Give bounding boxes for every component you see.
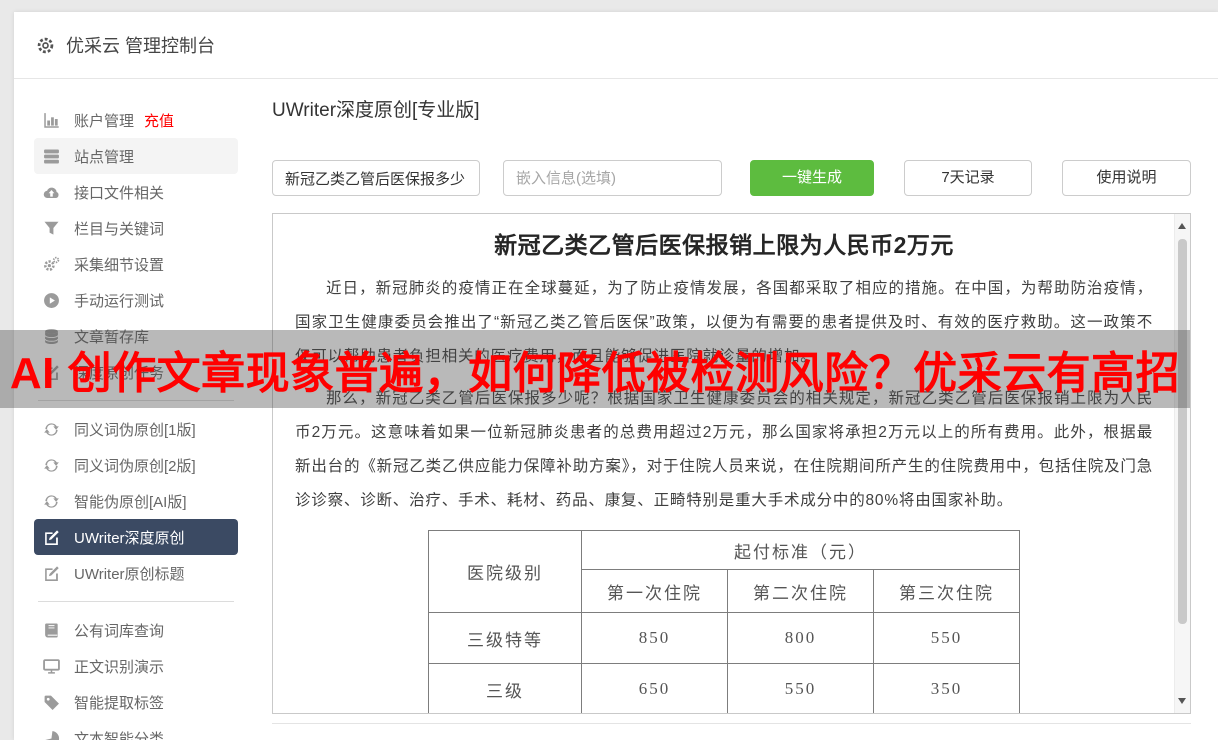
table-value-cell: 350	[873, 663, 1020, 713]
book-icon	[43, 622, 60, 639]
sidebar-item-0-2[interactable]: 接口文件相关	[34, 174, 238, 210]
play-icon	[43, 292, 60, 309]
edit-icon	[43, 565, 60, 582]
sidebar-item-label: UWriter深度原创	[74, 529, 185, 547]
sidebar: 账户管理 充值 站点管理 接口文件相关 栏目与关键词 采集细节设置 手动运行测试 文章暂存库深…	[14, 79, 258, 740]
sidebar-item-1-1[interactable]: 同义词伪原创[2版]	[34, 447, 238, 483]
article-preview-panel: 新冠乙类乙管后医保报销上限为人民币2万元 近日，新冠肺炎的疫情正在全球蔓延，为了…	[272, 213, 1191, 714]
sidebar-item-label: 智能伪原创[AI版]	[74, 493, 187, 511]
promo-banner-text: AI 创作文章现象普遍，如何降低被检测风险？优采云有高招	[9, 349, 1181, 398]
sidebar-item-label: 公有词库查询	[74, 622, 165, 640]
sidebar-item-label: 文本智能分类	[74, 730, 165, 740]
sidebar-divider	[38, 601, 234, 602]
table-group-header: 起付标准（元）	[581, 530, 1020, 570]
article-body: 新冠乙类乙管后医保报销上限为人民币2万元 近日，新冠肺炎的疫情正在全球蔓延，为了…	[273, 214, 1175, 713]
table-value-cell: 550	[727, 663, 874, 713]
sidebar-item-label: 采集细节设置	[74, 256, 165, 274]
sidebar-item-label: 账户管理	[74, 112, 135, 130]
sidebar-item-2-0[interactable]: 公有词库查询	[34, 612, 238, 648]
monitor-icon	[43, 658, 60, 675]
sidebar-item-label: 接口文件相关	[74, 184, 165, 202]
promo-banner: AI 创作文章现象普遍，如何降低被检测风险？优采云有高招	[0, 330, 1190, 408]
server-icon	[43, 148, 60, 165]
refresh-icon	[43, 421, 60, 438]
sidebar-item-label: 正文识别演示	[74, 658, 165, 676]
app-header: 优采云 管理控制台	[14, 12, 1218, 79]
sidebar-item-label: 同义词伪原创[2版]	[74, 457, 196, 475]
divider	[272, 723, 1191, 724]
table-row: 三级特等 850 800 550	[428, 612, 1020, 664]
main-content: UWriter深度原创[专业版] 一键生成 7天记录 使用说明 新冠乙类乙管后医…	[258, 79, 1218, 740]
sidebar-item-1-3[interactable]: UWriter深度原创	[34, 519, 238, 555]
gears-icon	[43, 256, 60, 273]
table-sub-header: 第二次住院	[727, 569, 874, 613]
table-corner-header: 医院级别	[428, 530, 582, 613]
table-sub-header: 第一次住院	[581, 569, 728, 613]
edit-icon	[43, 529, 60, 546]
table-value-cell: 550	[873, 612, 1020, 664]
app-title: 优采云 管理控制台	[66, 36, 216, 56]
sidebar-item-0-4[interactable]: 采集细节设置	[34, 246, 238, 282]
generate-button[interactable]: 一键生成	[750, 160, 874, 196]
table-level-cell: 三级	[428, 663, 582, 713]
scroll-up-button[interactable]	[1178, 223, 1186, 229]
table-value-cell: 800	[727, 612, 874, 664]
sidebar-item-1-4[interactable]: UWriter原创标题	[34, 555, 238, 591]
sidebar-item-label: UWriter原创标题	[74, 565, 185, 583]
sidebar-item-label: 手动运行测试	[74, 292, 165, 310]
sidebar-item-0-3[interactable]: 栏目与关键词	[34, 210, 238, 246]
table-row: 三级 650 550 350	[428, 663, 1020, 713]
scrollbar-thumb[interactable]	[1178, 239, 1187, 624]
sidebar-item-2-1[interactable]: 正文识别演示	[34, 648, 238, 684]
page-title: UWriter深度原创[专业版]	[272, 100, 480, 121]
sidebar-item-0-1[interactable]: 站点管理	[34, 138, 238, 174]
sidebar-item-2-2[interactable]: 智能提取标签	[34, 684, 238, 720]
table-value-cell: 850	[581, 612, 728, 664]
sidebar-item-0-0[interactable]: 账户管理 充值	[34, 102, 238, 138]
table-value-cell: 650	[581, 663, 728, 713]
sidebar-item-2-3[interactable]: 文本智能分类	[34, 720, 238, 740]
bar-chart-icon	[43, 112, 60, 129]
cloud-upload-icon	[43, 184, 60, 201]
recharge-badge[interactable]: 充值	[144, 110, 174, 131]
filter-icon	[43, 220, 60, 237]
table-level-cell: 三级特等	[428, 612, 582, 664]
sidebar-item-label: 站点管理	[74, 148, 135, 166]
sidebar-item-1-2[interactable]: 智能伪原创[AI版]	[34, 483, 238, 519]
article-table: 医院级别 起付标准（元） 第一次住院 第二次住院 第三次住院 三级特等 850 800 550 三…	[428, 530, 1020, 713]
scroll-down-button[interactable]	[1178, 698, 1186, 704]
article-title: 新冠乙类乙管后医保报销上限为人民币2万元	[494, 232, 954, 258]
refresh-icon	[43, 493, 60, 510]
embed-info-input[interactable]	[503, 160, 722, 196]
controls-row: 一键生成 7天记录 使用说明	[272, 160, 1218, 196]
gear-icon	[36, 36, 55, 55]
keyword-input[interactable]	[272, 160, 480, 196]
history-7days-button[interactable]: 7天记录	[904, 160, 1032, 196]
pie-chart-icon	[43, 730, 60, 740]
tag-icon	[43, 694, 60, 711]
usage-help-button[interactable]: 使用说明	[1062, 160, 1191, 196]
scrollbar[interactable]	[1174, 214, 1190, 713]
refresh-icon	[43, 457, 60, 474]
sidebar-item-1-0[interactable]: 同义词伪原创[1版]	[34, 411, 238, 447]
sidebar-item-0-5[interactable]: 手动运行测试	[34, 282, 238, 318]
table-sub-header: 第三次住院	[873, 569, 1020, 613]
sidebar-item-label: 同义词伪原创[1版]	[74, 421, 196, 439]
sidebar-item-label: 智能提取标签	[74, 694, 165, 712]
sidebar-item-label: 栏目与关键词	[74, 220, 165, 238]
